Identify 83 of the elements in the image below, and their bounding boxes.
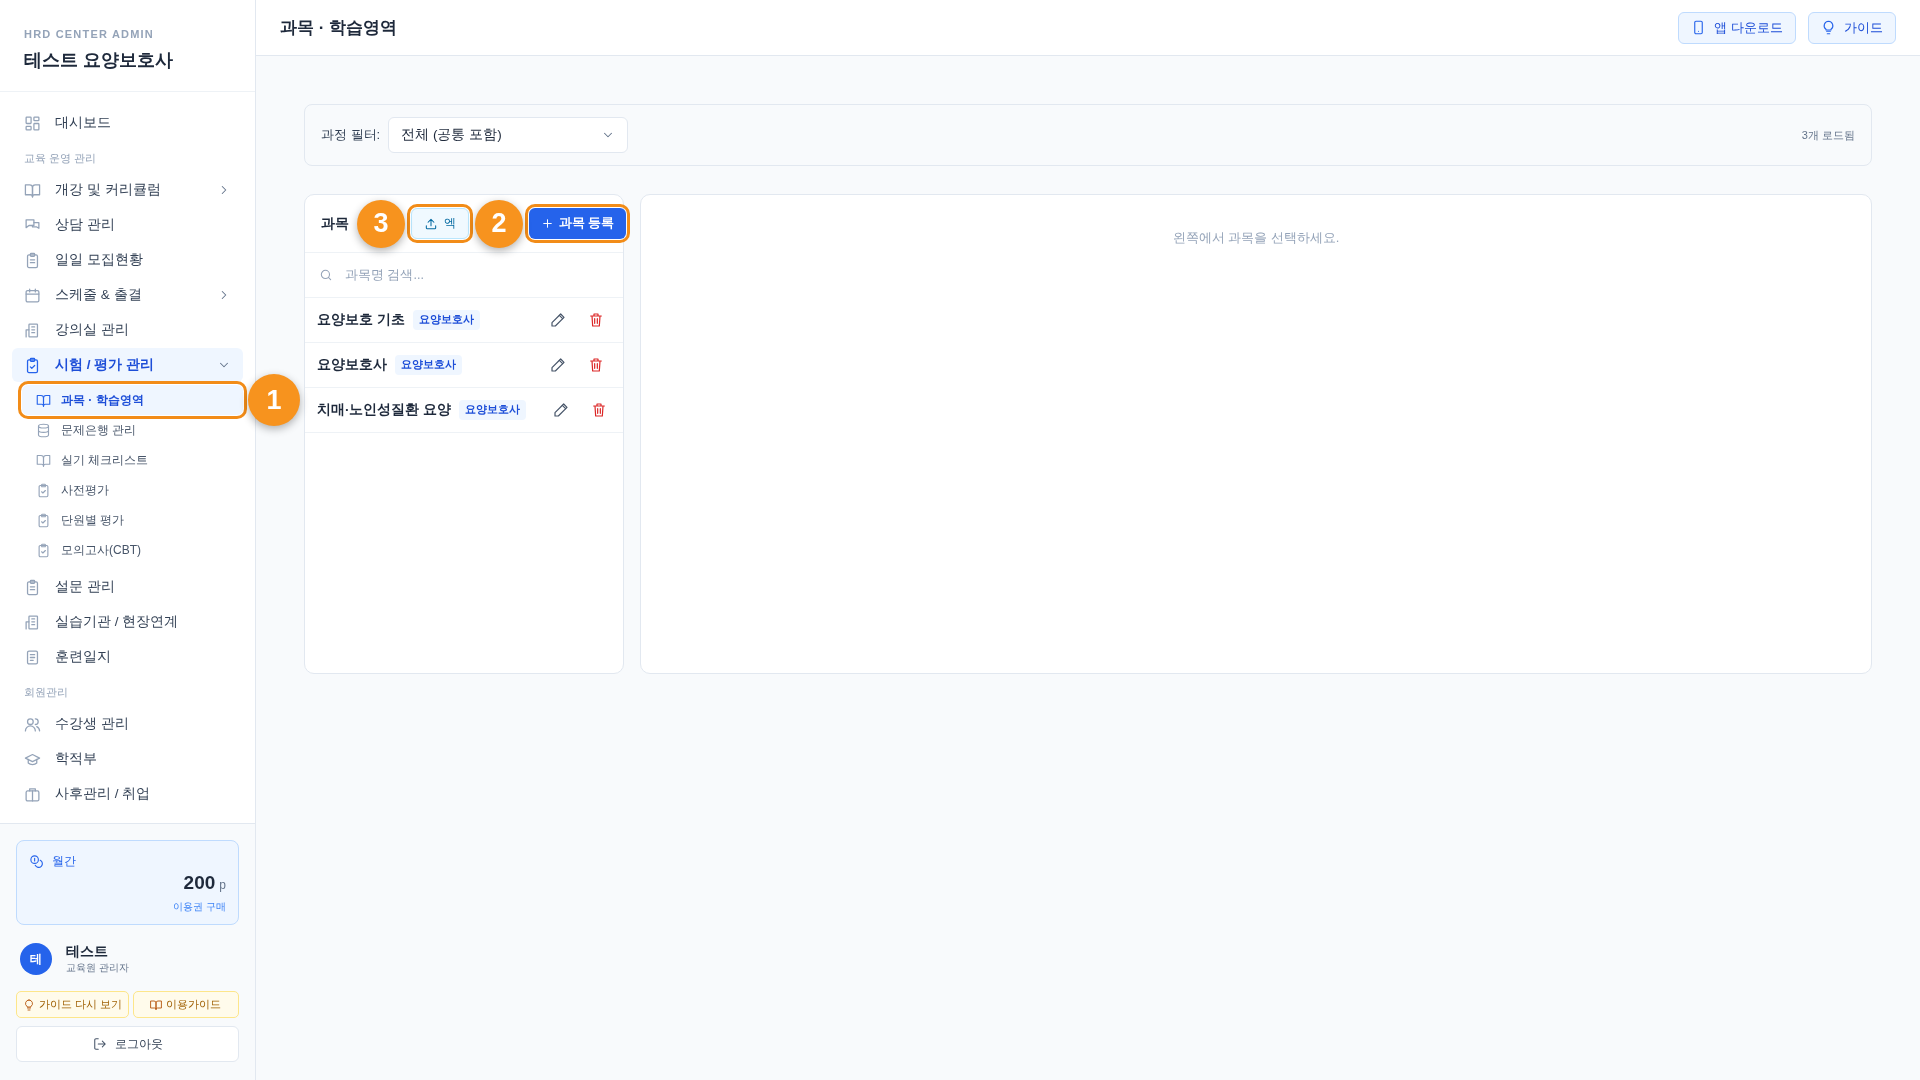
nav-item[interactable]: 설문 관리: [12, 570, 243, 604]
nav-item[interactable]: 학적부: [12, 742, 243, 776]
book-icon: [36, 392, 51, 408]
subject-name: 치매·노인성질환 요양: [317, 401, 452, 419]
loaded-count: 3개 로드됨: [1801, 127, 1855, 143]
guide-button[interactable]: 가이드 다시 보기: [16, 991, 129, 1018]
search-field[interactable]: 과목명 검색...: [343, 267, 609, 283]
subject-row[interactable]: 요양보호 기초 요양보호사: [305, 298, 623, 343]
clipboard-check-icon: [24, 356, 41, 374]
nav-subitem[interactable]: 실기 체크리스트: [22, 445, 243, 475]
subject-name: 요양보호사: [317, 356, 387, 374]
step-number-badge: 3: [357, 199, 405, 248]
nav-subitem[interactable]: 모의고사(CBT): [22, 535, 243, 565]
brand-title: 테스트 요양보호사: [24, 49, 173, 72]
nav-item[interactable]: 일일 모집현황: [12, 243, 243, 277]
nav-item[interactable]: 실습기관 / 현장연계: [12, 605, 243, 639]
building-icon: [24, 321, 41, 339]
empty-message: 왼쪽에서 과목을 선택하세요.: [1172, 229, 1340, 245]
nav-item[interactable]: 개강 및 커리큘럼: [12, 173, 243, 207]
lightbulb-icon: [23, 998, 35, 1011]
search-icon: [319, 268, 333, 282]
points-period: 월간: [52, 853, 76, 870]
pencil-icon: [553, 402, 570, 418]
database-icon: [36, 422, 51, 438]
subject-row[interactable]: 치매·노인성질환 요양 요양보호사: [305, 388, 623, 433]
clipboard-check-icon: [36, 542, 51, 558]
user-name: 테스트: [66, 943, 109, 961]
nav-item[interactable]: 스케줄 & 출결: [12, 278, 243, 312]
grid-icon: [24, 114, 41, 132]
page-title: 과목 · 학습영역: [280, 17, 399, 39]
building-icon: [24, 613, 41, 631]
nav-section-label: 회원관리: [23, 685, 69, 700]
clipboard-icon: [24, 251, 41, 269]
users-icon: [24, 715, 41, 733]
course-tag: 요양보호사: [412, 310, 480, 330]
nav-subitem[interactable]: 단원별 평가: [22, 505, 243, 535]
step-number-badge: 2: [475, 199, 523, 248]
nav-item[interactable]: 사후관리 / 취업: [12, 777, 243, 811]
subject-name: 요양보호 기초: [317, 311, 405, 329]
nav-item[interactable]: 강의실 관리: [12, 313, 243, 347]
clipboard-icon: [24, 578, 41, 596]
guide-button[interactable]: 가이드: [1808, 11, 1896, 44]
logout-icon: [92, 1037, 107, 1051]
pencil-icon: [550, 357, 566, 373]
book-icon: [150, 998, 163, 1011]
panel-title: 과목: [321, 214, 349, 233]
nav-item[interactable]: 대시보드: [12, 106, 243, 140]
logout-button[interactable]: 로그아웃: [16, 1026, 239, 1062]
lightbulb-icon: [1821, 20, 1836, 35]
book-icon: [24, 181, 41, 199]
points-unit: p: [219, 878, 226, 892]
points-amount: 200: [183, 872, 216, 894]
buy-pass-link[interactable]: 이용권 구매: [173, 900, 226, 914]
app-download-button[interactable]: 앱 다운로드: [1678, 11, 1796, 44]
subject-row[interactable]: 요양보호사 요양보호사: [305, 343, 623, 388]
guide-button[interactable]: 이용가이드: [132, 991, 239, 1018]
plus-icon: [541, 217, 554, 230]
trash-icon: [588, 312, 604, 328]
nav-section-label: 교육 운영 관리: [23, 151, 98, 166]
notebook-icon: [24, 648, 41, 666]
trash-icon: [588, 357, 604, 373]
trash-icon: [591, 402, 608, 418]
brand-subtitle: HRD CENTER ADMIN: [24, 28, 154, 40]
upload-icon: [424, 216, 438, 231]
filter-label: 과정 필터:: [321, 126, 381, 144]
course-tag: 요양보호사: [459, 400, 527, 420]
coins-icon: [29, 854, 44, 869]
book-icon: [36, 452, 51, 468]
nav-item[interactable]: 상담 관리: [12, 208, 243, 242]
briefcase-icon: [24, 785, 41, 803]
nav-item[interactable]: 수강생 관리: [12, 707, 243, 741]
nav-subitem[interactable]: 문제은행 관리: [22, 415, 243, 445]
clipboard-check-icon: [36, 512, 51, 528]
user-avatar: 테: [20, 943, 52, 975]
course-tag: 요양보호사: [395, 355, 462, 375]
nav-item[interactable]: 훈련일지: [12, 640, 243, 674]
calendar-icon: [24, 286, 41, 304]
user-role: 교육원 관리자: [66, 961, 129, 975]
nav-item[interactable]: 시험 / 평가 관리: [12, 348, 243, 382]
course-dropdown[interactable]: 전체 (공통 포함): [388, 117, 629, 153]
pencil-icon: [550, 312, 566, 328]
clipboard-check-icon: [36, 482, 51, 498]
nav-subitem[interactable]: 사전평가: [22, 475, 243, 505]
